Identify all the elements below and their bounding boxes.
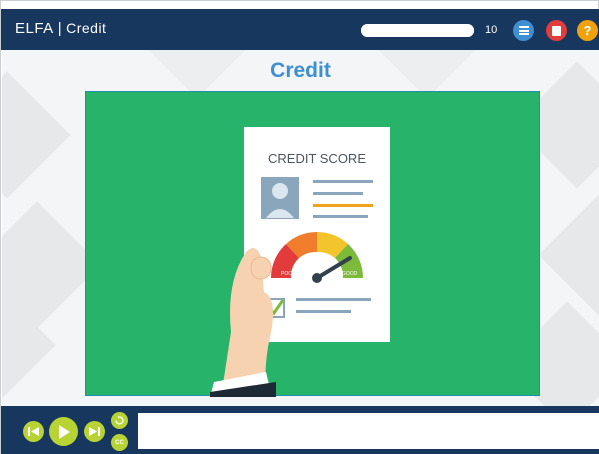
help-icon: ? (583, 23, 592, 38)
holding-hand (210, 248, 276, 397)
course-header: ELFA | Credit (15, 20, 106, 37)
credit-score-illustration: CREDIT SCORE POOR GOOD (210, 127, 390, 397)
brand-logo: ELFA (15, 20, 54, 37)
next-icon (89, 427, 100, 436)
top-bar: ELFA | Credit 10 ? (1, 9, 599, 50)
exit-icon (552, 25, 561, 36)
background-diamond (2, 71, 71, 199)
closed-captions-button[interactable]: CC (111, 434, 128, 451)
previous-button[interactable] (23, 421, 44, 442)
caption-area (138, 413, 599, 449)
progress-bar (361, 24, 474, 37)
previous-icon (28, 427, 39, 436)
course-title: Credit (66, 20, 107, 36)
media-panel: CREDIT SCORE POOR GOOD (85, 91, 540, 397)
closed-captions-icon: CC (115, 439, 124, 446)
player-controls: CC (1, 406, 599, 454)
menu-icon (518, 26, 529, 35)
exit-button[interactable] (546, 20, 567, 41)
next-button[interactable] (84, 421, 105, 442)
play-button[interactable] (49, 417, 78, 446)
slide-title: Credit (270, 59, 331, 82)
document-heading: CREDIT SCORE (268, 151, 366, 166)
replay-button[interactable] (111, 412, 128, 429)
progress-fill (361, 24, 474, 37)
play-icon (58, 424, 70, 439)
gauge-high-label: GOOD (342, 271, 358, 277)
help-button[interactable]: ? (577, 20, 598, 41)
background-diamond (538, 191, 599, 319)
header-separator: | (57, 20, 63, 37)
menu-button[interactable] (513, 20, 534, 41)
page-number: 10 (485, 24, 498, 36)
player-frame: ELFA | Credit 10 ? Credit CREDIT SCORE P… (0, 0, 599, 454)
gauge-low-label: POOR (281, 271, 296, 277)
replay-icon (115, 416, 124, 425)
